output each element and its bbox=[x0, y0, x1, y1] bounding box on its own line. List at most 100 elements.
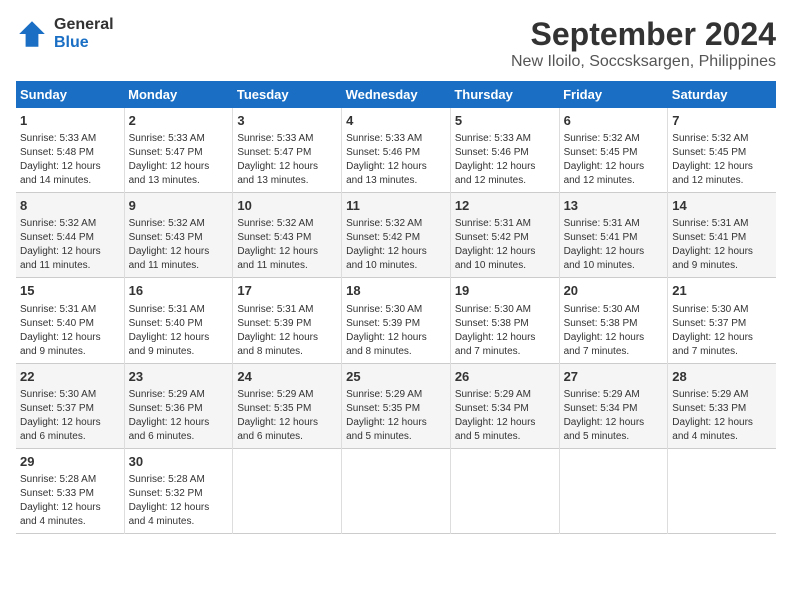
page-subtitle: New Iloilo, Soccsksargen, Philippines bbox=[511, 53, 776, 71]
calendar-week-row: 8 Sunrise: 5:32 AMSunset: 5:44 PMDaylight… bbox=[16, 193, 776, 278]
day-info: Sunrise: 5:31 AMSunset: 5:41 PMDaylight:… bbox=[672, 217, 772, 273]
calendar-cell: 5 Sunrise: 5:33 AMSunset: 5:46 PMDaylight… bbox=[450, 108, 559, 193]
day-info: Sunrise: 5:31 AMSunset: 5:42 PMDaylight:… bbox=[455, 217, 555, 273]
calendar-cell: 8 Sunrise: 5:32 AMSunset: 5:44 PMDaylight… bbox=[16, 193, 124, 278]
day-info: Sunrise: 5:31 AMSunset: 5:41 PMDaylight:… bbox=[564, 217, 664, 273]
calendar-cell: 30Sunrise: 5:28 AMSunset: 5:32 PMDayligh… bbox=[124, 448, 233, 533]
day-number: 1 bbox=[20, 112, 120, 130]
day-number: 25 bbox=[346, 368, 446, 386]
calendar-cell: 24 Sunrise: 5:29 AMSunset: 5:35 PMDayligh… bbox=[233, 363, 342, 448]
col-tuesday: Tuesday bbox=[233, 81, 342, 108]
day-info: Sunrise: 5:32 AMSunset: 5:45 PMDaylight:… bbox=[564, 132, 664, 188]
day-info: Sunrise: 5:29 AMSunset: 5:35 PMDaylight:… bbox=[237, 388, 337, 444]
day-info: Sunrise: 5:33 AMSunset: 5:48 PMDaylight:… bbox=[20, 132, 120, 188]
logo-text: General Blue bbox=[54, 16, 114, 51]
calendar-cell bbox=[233, 448, 342, 533]
calendar-cell: 20 Sunrise: 5:30 AMSunset: 5:38 PMDayligh… bbox=[559, 278, 668, 363]
header-row: Sunday Monday Tuesday Wednesday Thursday… bbox=[16, 81, 776, 108]
day-info: Sunrise: 5:33 AMSunset: 5:47 PMDaylight:… bbox=[129, 132, 229, 188]
calendar-body: 1 Sunrise: 5:33 AMSunset: 5:48 PMDaylight… bbox=[16, 108, 776, 533]
col-friday: Friday bbox=[559, 81, 668, 108]
day-info: Sunrise: 5:28 AMSunset: 5:32 PMDaylight:… bbox=[129, 473, 229, 529]
calendar-cell: 22Sunrise: 5:30 AMSunset: 5:37 PMDayligh… bbox=[16, 363, 124, 448]
day-info: Sunrise: 5:30 AMSunset: 5:38 PMDaylight:… bbox=[455, 303, 555, 359]
day-number: 27 bbox=[564, 368, 664, 386]
day-number: 17 bbox=[237, 282, 337, 300]
day-info: Sunrise: 5:33 AMSunset: 5:46 PMDaylight:… bbox=[455, 132, 555, 188]
day-info: Sunrise: 5:30 AMSunset: 5:38 PMDaylight:… bbox=[564, 303, 664, 359]
day-number: 14 bbox=[672, 197, 772, 215]
col-saturday: Saturday bbox=[668, 81, 776, 108]
day-number: 20 bbox=[564, 282, 664, 300]
calendar-cell bbox=[668, 448, 776, 533]
calendar-cell: 10Sunrise: 5:32 AMSunset: 5:43 PMDayligh… bbox=[233, 193, 342, 278]
calendar-cell: 11Sunrise: 5:32 AMSunset: 5:42 PMDayligh… bbox=[342, 193, 451, 278]
calendar-cell bbox=[342, 448, 451, 533]
day-number: 2 bbox=[129, 112, 229, 130]
calendar-cell: 14 Sunrise: 5:31 AMSunset: 5:41 PMDayligh… bbox=[668, 193, 776, 278]
day-info: Sunrise: 5:29 AMSunset: 5:36 PMDaylight:… bbox=[129, 388, 229, 444]
day-number: 23 bbox=[129, 368, 229, 386]
logo-general: General bbox=[54, 16, 114, 34]
calendar-cell: 2 Sunrise: 5:33 AMSunset: 5:47 PMDaylight… bbox=[124, 108, 233, 193]
day-info: Sunrise: 5:33 AMSunset: 5:47 PMDaylight:… bbox=[237, 132, 337, 188]
calendar-cell: 4Sunrise: 5:33 AMSunset: 5:46 PMDaylight… bbox=[342, 108, 451, 193]
calendar-header: Sunday Monday Tuesday Wednesday Thursday… bbox=[16, 81, 776, 108]
calendar-cell: 9Sunrise: 5:32 AMSunset: 5:43 PMDaylight… bbox=[124, 193, 233, 278]
day-info: Sunrise: 5:31 AMSunset: 5:40 PMDaylight:… bbox=[129, 303, 229, 359]
day-number: 5 bbox=[455, 112, 555, 130]
day-info: Sunrise: 5:32 AMSunset: 5:45 PMDaylight:… bbox=[672, 132, 772, 188]
day-info: Sunrise: 5:29 AMSunset: 5:34 PMDaylight:… bbox=[455, 388, 555, 444]
day-info: Sunrise: 5:29 AMSunset: 5:35 PMDaylight:… bbox=[346, 388, 446, 444]
page-header: General Blue September 2024 New Iloilo, … bbox=[16, 16, 776, 71]
calendar-cell: 27 Sunrise: 5:29 AMSunset: 5:34 PMDayligh… bbox=[559, 363, 668, 448]
day-number: 26 bbox=[455, 368, 555, 386]
day-info: Sunrise: 5:30 AMSunset: 5:37 PMDaylight:… bbox=[672, 303, 772, 359]
day-info: Sunrise: 5:32 AMSunset: 5:43 PMDaylight:… bbox=[129, 217, 229, 273]
day-number: 16 bbox=[129, 282, 229, 300]
calendar-cell: 26 Sunrise: 5:29 AMSunset: 5:34 PMDayligh… bbox=[450, 363, 559, 448]
title-area: September 2024 New Iloilo, Soccsksargen,… bbox=[511, 16, 776, 71]
day-number: 18 bbox=[346, 282, 446, 300]
day-number: 6 bbox=[564, 112, 664, 130]
calendar-cell: 6 Sunrise: 5:32 AMSunset: 5:45 PMDaylight… bbox=[559, 108, 668, 193]
day-info: Sunrise: 5:28 AMSunset: 5:33 PMDaylight:… bbox=[20, 473, 120, 529]
day-info: Sunrise: 5:31 AMSunset: 5:40 PMDaylight:… bbox=[20, 303, 120, 359]
calendar-cell: 18Sunrise: 5:30 AMSunset: 5:39 PMDayligh… bbox=[342, 278, 451, 363]
day-number: 4 bbox=[346, 112, 446, 130]
calendar-cell bbox=[559, 448, 668, 533]
day-number: 21 bbox=[672, 282, 772, 300]
calendar-cell: 28 Sunrise: 5:29 AMSunset: 5:33 PMDayligh… bbox=[668, 363, 776, 448]
calendar-cell: 23 Sunrise: 5:29 AMSunset: 5:36 PMDayligh… bbox=[124, 363, 233, 448]
day-number: 3 bbox=[237, 112, 337, 130]
calendar-cell: 17Sunrise: 5:31 AMSunset: 5:39 PMDayligh… bbox=[233, 278, 342, 363]
calendar-cell: 12 Sunrise: 5:31 AMSunset: 5:42 PMDayligh… bbox=[450, 193, 559, 278]
calendar-cell: 19Sunrise: 5:30 AMSunset: 5:38 PMDayligh… bbox=[450, 278, 559, 363]
day-info: Sunrise: 5:32 AMSunset: 5:44 PMDaylight:… bbox=[20, 217, 120, 273]
day-number: 11 bbox=[346, 197, 446, 215]
col-thursday: Thursday bbox=[450, 81, 559, 108]
day-info: Sunrise: 5:29 AMSunset: 5:33 PMDaylight:… bbox=[672, 388, 772, 444]
col-wednesday: Wednesday bbox=[342, 81, 451, 108]
calendar-cell: 29 Sunrise: 5:28 AMSunset: 5:33 PMDayligh… bbox=[16, 448, 124, 533]
day-number: 29 bbox=[20, 453, 120, 471]
page-title: September 2024 bbox=[511, 16, 776, 53]
day-number: 12 bbox=[455, 197, 555, 215]
logo: General Blue bbox=[16, 16, 114, 51]
day-info: Sunrise: 5:32 AMSunset: 5:43 PMDaylight:… bbox=[237, 217, 337, 273]
day-number: 8 bbox=[20, 197, 120, 215]
calendar-table: Sunday Monday Tuesday Wednesday Thursday… bbox=[16, 81, 776, 534]
calendar-week-row: 1 Sunrise: 5:33 AMSunset: 5:48 PMDaylight… bbox=[16, 108, 776, 193]
calendar-cell: 16 Sunrise: 5:31 AMSunset: 5:40 PMDayligh… bbox=[124, 278, 233, 363]
day-number: 28 bbox=[672, 368, 772, 386]
day-number: 24 bbox=[237, 368, 337, 386]
logo-blue: Blue bbox=[54, 34, 114, 52]
calendar-week-row: 15 Sunrise: 5:31 AMSunset: 5:40 PMDayligh… bbox=[16, 278, 776, 363]
calendar-cell: 3 Sunrise: 5:33 AMSunset: 5:47 PMDaylight… bbox=[233, 108, 342, 193]
day-number: 15 bbox=[20, 282, 120, 300]
calendar-cell: 1 Sunrise: 5:33 AMSunset: 5:48 PMDaylight… bbox=[16, 108, 124, 193]
day-number: 13 bbox=[564, 197, 664, 215]
calendar-week-row: 29 Sunrise: 5:28 AMSunset: 5:33 PMDayligh… bbox=[16, 448, 776, 533]
day-info: Sunrise: 5:29 AMSunset: 5:34 PMDaylight:… bbox=[564, 388, 664, 444]
col-monday: Monday bbox=[124, 81, 233, 108]
